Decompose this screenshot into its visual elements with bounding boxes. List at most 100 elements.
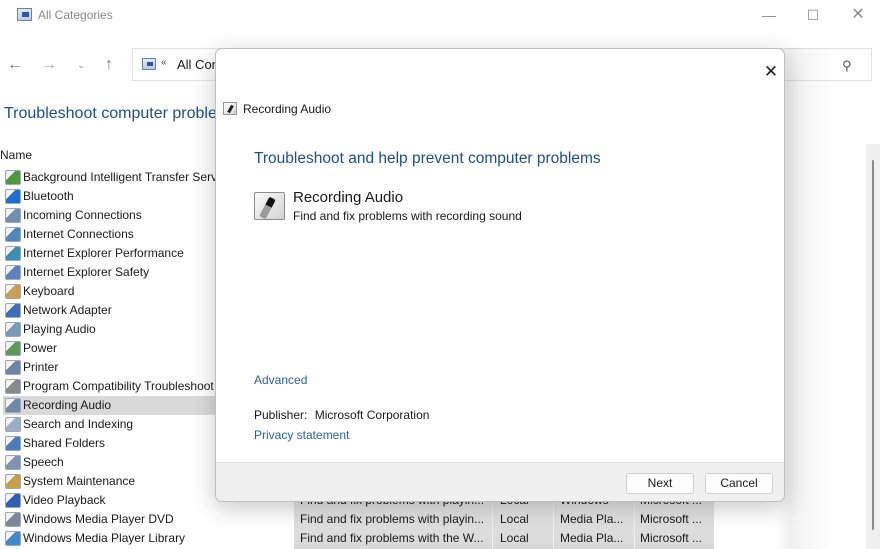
wmp-dvd-icon xyxy=(5,512,21,527)
recording-audio-icon xyxy=(5,398,21,413)
name-cell[interactable]: Background Intelligent Transfer Servi xyxy=(3,168,215,187)
power-icon xyxy=(5,341,21,356)
dialog-close-button[interactable]: ✕ xyxy=(761,62,781,82)
name-cell[interactable]: Incoming Connections xyxy=(3,206,215,225)
wmp-library-icon xyxy=(5,531,21,546)
name-cell[interactable]: Internet Connections xyxy=(3,225,215,244)
list-item-label: Windows Media Player DVD xyxy=(23,512,174,526)
description-cell: Find and fix problems with playin... xyxy=(300,512,485,526)
location-cell: Local xyxy=(500,512,529,526)
name-cell[interactable]: Power xyxy=(3,339,215,358)
shared-folders-icon xyxy=(5,436,21,451)
program-compatibility-icon xyxy=(5,379,21,394)
category-cell: Media Pla... xyxy=(560,531,624,545)
publisher-cell: Microsoft ... xyxy=(640,512,703,526)
back-button[interactable]: ← xyxy=(4,55,26,75)
list-item-label: Power xyxy=(23,341,58,355)
recording-audio-icon xyxy=(223,102,237,115)
search-icon[interactable]: ⚲ xyxy=(842,58,858,74)
name-cell[interactable]: Recording Audio xyxy=(3,396,215,415)
list-item-label: Incoming Connections xyxy=(23,208,142,222)
printer-icon xyxy=(5,360,21,375)
up-button[interactable]: ↑ xyxy=(98,55,120,75)
privacy-statement-link[interactable]: Privacy statement xyxy=(254,428,349,442)
window-title: All Categories xyxy=(38,8,113,22)
network-adapter-icon xyxy=(5,303,21,318)
vertical-scrollbar[interactable] xyxy=(866,144,880,549)
system-maintenance-icon xyxy=(5,474,21,489)
advanced-link[interactable]: Advanced xyxy=(254,373,307,387)
internet-connections-icon xyxy=(5,227,21,242)
name-cell[interactable]: Printer xyxy=(3,358,215,377)
dialog-heading: Troubleshoot and help prevent computer p… xyxy=(254,150,601,167)
category-cell: Media Pla... xyxy=(560,512,624,526)
troubleshooter-description: Find and fix problems with recording sou… xyxy=(293,209,522,223)
forward-button[interactable]: → xyxy=(38,55,60,75)
control-panel-icon xyxy=(17,8,32,21)
close-window-button[interactable]: ✕ xyxy=(843,4,873,26)
name-cell[interactable]: Search and Indexing xyxy=(3,415,215,434)
list-item-label: Recording Audio xyxy=(23,398,112,412)
list-item-label: Video Playback xyxy=(23,493,106,507)
name-cell[interactable]: Network Adapter xyxy=(3,301,215,320)
name-cell[interactable]: Windows Media Player Library xyxy=(3,529,215,548)
list-item-label: Program Compatibility Troubleshoot xyxy=(23,379,214,393)
publisher-label: Publisher: xyxy=(254,408,308,422)
name-cell[interactable]: Windows Media Player DVD xyxy=(3,510,215,529)
search-indexing-icon xyxy=(5,417,21,432)
breadcrumb-overflow-icon[interactable]: « xyxy=(161,57,167,68)
list-item[interactable]: Windows Media Player Library Find and fix… xyxy=(0,529,880,548)
next-button[interactable]: Next xyxy=(626,473,694,494)
publisher-info: Publisher: Microsoft Corporation xyxy=(254,408,429,422)
minimize-button[interactable]: — xyxy=(754,4,784,26)
list-item-label: Windows Media Player Library xyxy=(23,531,186,545)
ie-performance-icon xyxy=(5,246,21,261)
publisher-cell: Microsoft ... xyxy=(640,531,703,545)
list-item-label: Bluetooth xyxy=(23,189,74,203)
name-cell[interactable]: Internet Explorer Performance xyxy=(3,244,215,263)
keyboard-icon xyxy=(5,284,21,299)
list-item-label: Playing Audio xyxy=(23,322,96,336)
list-item-label: Internet Explorer Performance xyxy=(23,246,184,260)
dialog-footer: Next Cancel xyxy=(216,462,784,501)
troubleshooter-dialog: ✕ Recording Audio Troubleshoot and help … xyxy=(215,48,785,502)
bluetooth-icon xyxy=(5,189,21,204)
column-header-name[interactable]: Name xyxy=(0,148,32,162)
microphone-icon xyxy=(254,192,285,220)
description-cell: Find and fix problems with the W... xyxy=(300,531,484,545)
speech-icon xyxy=(5,455,21,470)
list-item-label: Network Adapter xyxy=(23,303,112,317)
name-cell[interactable]: Shared Folders xyxy=(3,434,215,453)
list-item-label: Background Intelligent Transfer Servi xyxy=(23,170,215,184)
list-item-label: Printer xyxy=(23,360,59,374)
scrollbar-thumb[interactable] xyxy=(872,160,874,530)
list-item-label: System Maintenance xyxy=(23,474,136,488)
bits-icon xyxy=(5,170,21,185)
list-item-label: Keyboard xyxy=(23,284,75,298)
name-cell[interactable]: Bluetooth xyxy=(3,187,215,206)
list-item[interactable]: Windows Media Player DVD Find and fix pro… xyxy=(0,510,880,529)
name-cell[interactable]: Playing Audio xyxy=(3,320,215,339)
name-cell[interactable]: Program Compatibility Troubleshoot xyxy=(3,377,215,396)
maximize-button[interactable]: ☐ xyxy=(798,4,828,26)
list-item-label: Search and Indexing xyxy=(23,417,134,431)
cancel-button[interactable]: Cancel xyxy=(705,473,773,494)
video-playback-icon xyxy=(5,493,21,508)
recent-locations-chevron-icon[interactable]: ⌄ xyxy=(70,55,92,75)
playing-audio-icon xyxy=(5,322,21,337)
list-item-label: Shared Folders xyxy=(23,436,106,450)
list-item-label: Internet Connections xyxy=(23,227,134,241)
name-cell[interactable]: System Maintenance xyxy=(3,472,215,491)
publisher-value: Microsoft Corporation xyxy=(314,408,430,422)
name-cell[interactable]: Video Playback xyxy=(3,491,215,510)
control-panel-icon xyxy=(142,58,156,70)
name-cell[interactable]: Keyboard xyxy=(3,282,215,301)
list-item-label: Speech xyxy=(23,455,64,469)
name-cell[interactable]: Internet Explorer Safety xyxy=(3,263,215,282)
title-bar: All Categories — ☐ ✕ xyxy=(0,0,880,30)
breadcrumb[interactable]: All Con xyxy=(177,57,219,72)
page-title: Troubleshoot computer proble xyxy=(4,105,217,122)
name-cell[interactable]: Speech xyxy=(3,453,215,472)
troubleshooter-title: Recording Audio xyxy=(293,189,404,206)
list-item-label: Internet Explorer Safety xyxy=(23,265,150,279)
